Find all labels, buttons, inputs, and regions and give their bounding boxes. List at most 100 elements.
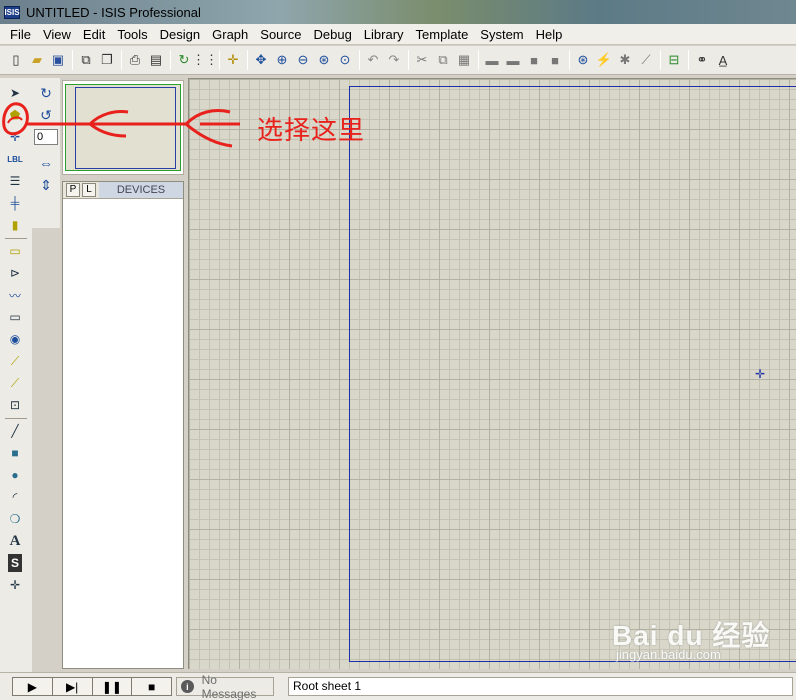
menu-library[interactable]: Library [358, 27, 410, 42]
buses-icon[interactable]: ╪ [5, 194, 25, 212]
pan-icon[interactable]: ✥ [251, 50, 271, 70]
tape-recorder-icon[interactable]: ▭ [5, 308, 25, 326]
generator-icon[interactable]: ◉ [5, 330, 25, 348]
menu-design[interactable]: Design [154, 27, 206, 42]
device-pins-icon[interactable]: ⊳ [5, 264, 25, 282]
marker-icon[interactable]: ✛ [5, 576, 25, 594]
mirror-y-icon[interactable]: ⇕ [36, 176, 56, 194]
rotate-clockwise-icon[interactable]: ↻ [36, 84, 56, 102]
mirror-x-icon[interactable]: ⇔ [36, 154, 56, 172]
play-icon[interactable]: ▶ [13, 678, 53, 695]
search-icon[interactable]: ⚭ [692, 50, 712, 70]
block-delete-icon[interactable]: ■ [545, 50, 565, 70]
origin-icon[interactable]: ✛ [223, 50, 243, 70]
device-selector-header: P L DEVICES [63, 182, 183, 199]
print-icon[interactable]: ⎙ [125, 50, 145, 70]
menu-help[interactable]: Help [530, 27, 569, 42]
grid-icon[interactable]: ⋮⋮ [192, 50, 218, 70]
save-icon[interactable]: ▣ [48, 50, 68, 70]
selection-mode-icon[interactable]: ➤ [5, 84, 25, 102]
new-icon[interactable]: ▯ [6, 50, 26, 70]
menu-edit[interactable]: Edit [77, 27, 111, 42]
sheet-border [349, 86, 796, 662]
menu-template[interactable]: Template [410, 27, 475, 42]
overview-window[interactable] [62, 80, 184, 175]
block-move-icon[interactable]: ▬ [503, 50, 523, 70]
pause-icon[interactable]: ❚❚ [93, 678, 133, 695]
component-mode-icon[interactable]: ⬟ [5, 106, 25, 124]
menu-file[interactable]: File [0, 27, 37, 42]
toolbar-separator [219, 50, 220, 70]
menu-system[interactable]: System [474, 27, 529, 42]
device-selector: P L DEVICES [62, 181, 184, 669]
packaging-icon[interactable]: ⟋ [636, 50, 656, 70]
overview-viewport [65, 84, 181, 171]
orientation-toolbar: ↻ ↺ ⇔ ⇕ [32, 78, 60, 228]
paste-icon[interactable]: ▦ [454, 50, 474, 70]
virtual-instruments-icon[interactable]: ⊡ [5, 396, 25, 414]
decompose-icon[interactable]: ✱ [615, 50, 635, 70]
path-icon[interactable]: ❍ [5, 510, 25, 528]
arc-icon[interactable]: ◜ [5, 488, 25, 506]
step-icon[interactable]: ▶| [53, 678, 93, 695]
zoom-out-icon[interactable]: ⊖ [293, 50, 313, 70]
sheet-name-field: Root sheet 1 [288, 677, 793, 696]
editing-window[interactable]: ✛ [188, 78, 796, 669]
box-icon[interactable]: ■ [5, 444, 25, 462]
pick-devices-button[interactable]: P [66, 183, 80, 197]
zoom-area-icon[interactable]: ⊙ [335, 50, 355, 70]
menu-tools[interactable]: Tools [111, 27, 153, 42]
graph-icon[interactable]: 〰 [5, 286, 25, 304]
text-icon[interactable]: A [5, 532, 25, 550]
toolbar-separator [72, 50, 73, 70]
copy-icon[interactable]: ⧉ [433, 50, 453, 70]
main-toolbar: ▯ ▰ ▣ ⧉ ❐ ⎙ ▤ ↻ ⋮⋮ ✛ ✥ ⊕ ⊖ ⊛ ⊙ ↶ ↷ ✂ ⧉ ▦… [0, 46, 796, 75]
import-icon[interactable]: ⧉ [76, 50, 96, 70]
app-logo-icon: ISIS [4, 5, 20, 19]
toolbar-separator [688, 50, 689, 70]
make-device-icon[interactable]: ⚡ [594, 50, 614, 70]
toolbar-separator [408, 50, 409, 70]
wire-label-icon[interactable]: LBL [5, 150, 25, 168]
junction-dot-icon[interactable]: ✛ [5, 128, 25, 146]
messages-text: No Messages [201, 672, 257, 700]
rotation-angle-field[interactable]: 0 [34, 129, 58, 145]
messages-panel[interactable]: i No Messages [176, 673, 274, 700]
rotate-anticlockwise-icon[interactable]: ↺ [36, 106, 56, 124]
page-icon[interactable]: ▤ [146, 50, 166, 70]
annotation-text: 选择这里 [257, 115, 366, 145]
redo-icon[interactable]: ↷ [384, 50, 404, 70]
export-icon[interactable]: ❐ [97, 50, 117, 70]
block-copy-icon[interactable]: ▬ [482, 50, 502, 70]
circle-icon[interactable]: ● [5, 466, 25, 484]
toolbar-separator [359, 50, 360, 70]
toolbar-separator [660, 50, 661, 70]
open-icon[interactable]: ▰ [27, 50, 47, 70]
undo-icon[interactable]: ↶ [363, 50, 383, 70]
simulation-controls: ▶ ▶| ❚❚ ■ [12, 677, 172, 696]
cut-icon[interactable]: ✂ [412, 50, 432, 70]
current-probe-icon[interactable]: ⟋ [5, 374, 25, 392]
text-script-icon[interactable]: ☰ [5, 172, 25, 190]
voltage-probe-icon[interactable]: ⟋ [5, 352, 25, 370]
symbol-icon[interactable]: S [8, 554, 22, 572]
terminals-icon[interactable]: ▭ [5, 242, 25, 260]
wire-autorouter-icon[interactable]: ⊟ [664, 50, 684, 70]
property-icon[interactable]: A̲ [713, 50, 733, 70]
menu-debug[interactable]: Debug [307, 27, 357, 42]
subcircuit-icon[interactable]: ▮ [5, 216, 25, 234]
zoom-all-icon[interactable]: ⊛ [314, 50, 334, 70]
line-icon[interactable]: ╱ [5, 422, 25, 440]
origin-marker-icon: ✛ [755, 367, 766, 381]
block-rotate-icon[interactable]: ■ [524, 50, 544, 70]
stop-icon[interactable]: ■ [132, 678, 171, 695]
pick-device-icon[interactable]: ⊛ [573, 50, 593, 70]
zoom-in-icon[interactable]: ⊕ [272, 50, 292, 70]
devices-label: DEVICES [99, 182, 183, 198]
library-manager-button[interactable]: L [82, 183, 96, 197]
refresh-icon[interactable]: ↻ [174, 50, 194, 70]
menu-view[interactable]: View [37, 27, 77, 42]
menu-source[interactable]: Source [254, 27, 307, 42]
menu-graph[interactable]: Graph [206, 27, 254, 42]
toolbar-separator [5, 238, 27, 239]
